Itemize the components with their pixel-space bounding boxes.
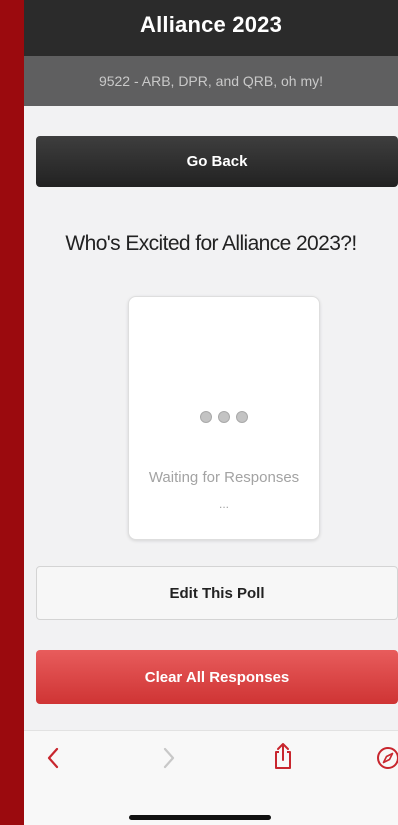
app-screen: Alliance 2023 9522 - ARB, DPR, and QRB, … [24,0,398,825]
edit-poll-button[interactable]: Edit This Poll [36,566,398,620]
loading-dots-icon [129,411,319,423]
clear-responses-button[interactable]: Clear All Responses [36,650,398,704]
waiting-status: Waiting for Responses [148,469,300,486]
waiting-ellipsis: ... [218,497,229,511]
share-icon[interactable] [272,742,294,775]
forward-icon[interactable] [162,747,176,774]
clear-responses-label: Clear All Responses [144,668,290,686]
app-header: Alliance 2023 [24,0,398,56]
loading-dot [200,411,212,423]
home-indicator [129,815,271,820]
session-subtitle-bar: 9522 - ARB, DPR, and QRB, oh my! [24,56,398,106]
app-title: Alliance 2023 [139,12,283,37]
go-back-button[interactable]: Go Back [36,136,398,187]
go-back-label: Go Back [186,153,248,170]
loading-dot [236,411,248,423]
back-icon[interactable] [46,747,60,774]
edit-poll-label: Edit This Poll [169,584,265,602]
poll-results-card: Waiting for Responses ... [128,296,320,540]
poll-question: Who's Excited for Alliance 2023?! [65,232,357,255]
session-subtitle: 9522 - ARB, DPR, and QRB, oh my! [98,73,324,89]
compass-icon[interactable] [376,746,398,775]
browser-toolbar [24,730,398,825]
loading-dot [218,411,230,423]
